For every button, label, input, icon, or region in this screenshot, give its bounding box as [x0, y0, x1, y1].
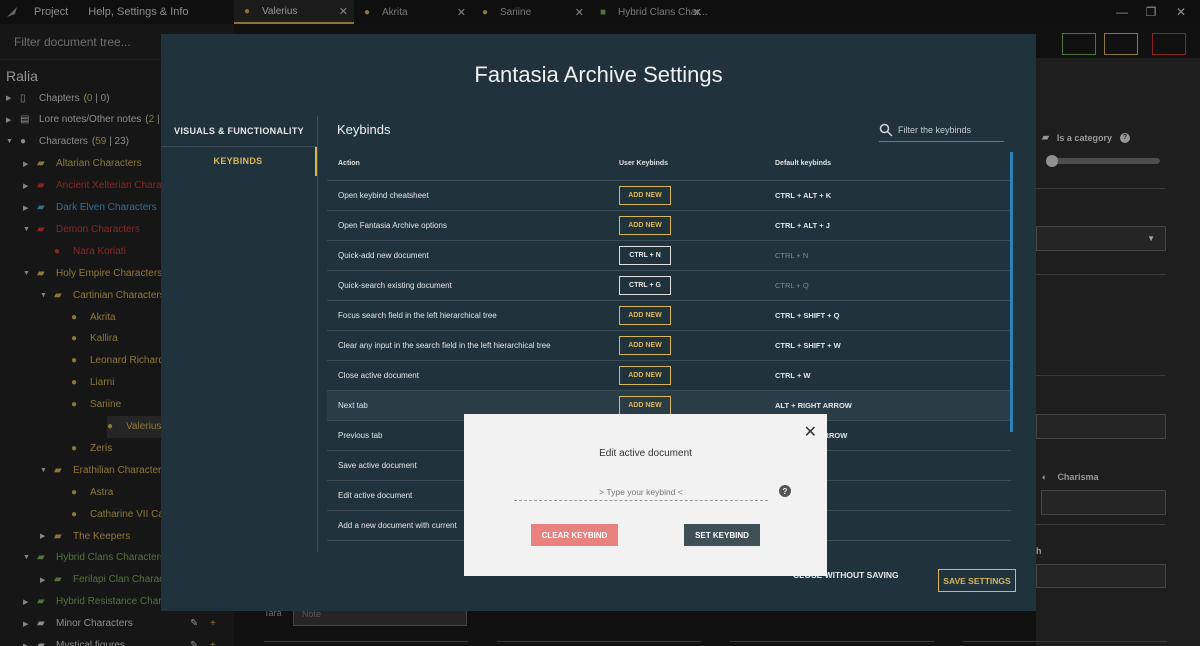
close-icon[interactable]: ✕ [804, 422, 817, 442]
keybind-row[interactable]: Close active document ADD NEW CTRL + W [327, 360, 1011, 390]
keybind-action: Focus search field in the left hierarchi… [338, 311, 497, 320]
divider [317, 116, 318, 552]
default-keybind: CTRL + ALT + K [775, 191, 832, 200]
keybind-action: Open keybind cheatsheet [338, 191, 429, 200]
keybind-action: Open Fantasia Archive options [338, 221, 447, 230]
keybind-row[interactable]: Focus search field in the left hierarchi… [327, 300, 1011, 330]
add-new-keybind-button[interactable]: ADD NEW [619, 396, 671, 415]
default-keybind: CTRL + SHIFT + Q [775, 311, 840, 320]
keybind-action: Clear any input in the search field in t… [338, 341, 551, 350]
keybind-row[interactable]: Quick-search existing document CTRL + G CT… [327, 270, 1011, 300]
add-new-keybind-button[interactable]: ADD NEW [619, 186, 671, 205]
add-new-keybind-button[interactable]: ADD NEW [619, 216, 671, 235]
add-new-keybind-button[interactable]: ADD NEW [619, 306, 671, 325]
default-keybind: CTRL + SHIFT + W [775, 341, 841, 350]
keybind-action: Save active document [338, 461, 417, 470]
add-new-keybind-button[interactable]: ADD NEW [619, 336, 671, 355]
edit-keybind-dialog: ✕ Edit active document > Type your keybi… [464, 414, 827, 576]
keybind-row[interactable]: Open keybind cheatsheet ADD NEW CTRL + ALT… [327, 180, 1011, 210]
set-keybind-button[interactable]: SET KEYBIND [684, 524, 760, 546]
keybind-action: Edit active document [338, 491, 413, 500]
keybind-input[interactable]: > Type your keybind < [514, 484, 768, 501]
tab-keybinds[interactable]: KEYBINDS [161, 146, 317, 176]
keybind-action: Quick-search existing document [338, 281, 452, 290]
keybind-action: Previous tab [338, 431, 383, 440]
keybind-filter-placeholder: Filter the keybinds [898, 124, 972, 135]
keybind-action: Close active document [338, 371, 419, 380]
divider [161, 146, 317, 147]
keybind-action: Next tab [338, 401, 368, 410]
column-header-user-keybinds: User Keybinds [619, 160, 669, 167]
edit-keybind-title: Edit active document [599, 448, 692, 459]
settings-title: Fantasia Archive Settings [474, 62, 723, 87]
keybind-action: Quick-add new document [338, 251, 429, 260]
search-icon [879, 123, 893, 137]
user-keybind-button[interactable]: CTRL + N [619, 246, 671, 265]
keybind-row[interactable]: Clear any input in the search field in t… [327, 330, 1011, 360]
save-settings-button[interactable]: SAVE SETTINGS [938, 569, 1016, 592]
keybind-row[interactable]: Quick-add new document CTRL + N CTRL + N [327, 240, 1011, 270]
clear-keybind-button[interactable]: CLEAR KEYBIND [531, 524, 618, 546]
default-keybind: CTRL + Q [775, 281, 809, 290]
scrollbar[interactable] [1010, 152, 1013, 432]
column-header-default-keybinds: Default keybinds [775, 160, 832, 167]
add-new-keybind-button[interactable]: ADD NEW [619, 366, 671, 385]
keybind-filter-input[interactable]: Filter the keybinds [879, 118, 1004, 142]
default-keybind: CTRL + W [775, 371, 811, 380]
default-keybind: CTRL + ALT + J [775, 221, 830, 230]
user-keybind-button[interactable]: CTRL + G [619, 276, 671, 295]
tab-visuals-functionality[interactable]: VISUALS & FUNCTIONALITY [161, 116, 317, 146]
column-header-action: Action [338, 160, 360, 167]
help-icon[interactable]: ? [779, 485, 791, 497]
keybinds-heading: Keybinds [337, 122, 391, 137]
default-keybind: CTRL + N [775, 251, 809, 260]
keybind-row[interactable]: Open Fantasia Archive options ADD NEW CTRL… [327, 210, 1011, 240]
keybind-action: Add a new document with current [338, 521, 457, 530]
